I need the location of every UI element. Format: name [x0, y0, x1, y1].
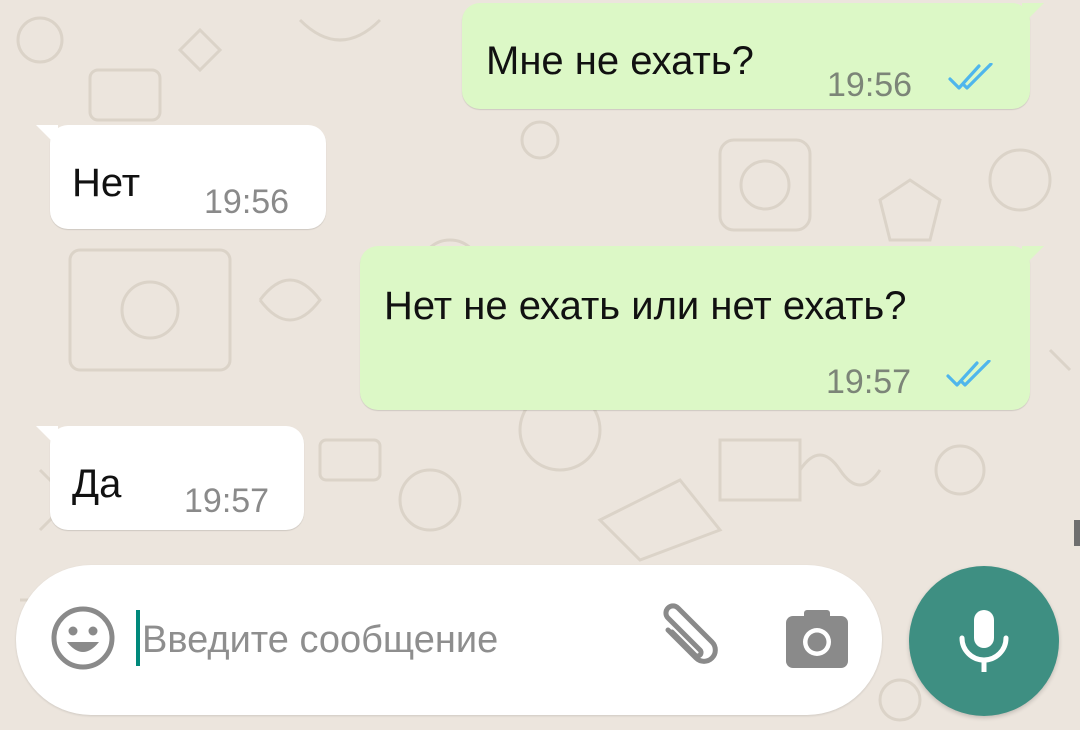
bubble-tail: [1022, 246, 1044, 268]
message-time: 19:56: [204, 183, 290, 221]
bubble-tail: [36, 426, 58, 448]
message-bubble-incoming[interactable]: Нет 19:56: [36, 125, 326, 229]
message-bubble-outgoing[interactable]: Нет не ехать или нет ехать? 19:57: [360, 246, 1044, 410]
message-input[interactable]: [142, 612, 622, 668]
double-check-icon: [946, 360, 991, 387]
message-time: 19:56: [827, 66, 913, 104]
text-caret: [136, 610, 140, 666]
mic-icon: [959, 610, 1009, 672]
message-time: 19:57: [826, 363, 912, 401]
message-text: Мне не ехать?: [486, 39, 754, 83]
bubble-tail: [36, 125, 58, 147]
message-text: Нет не ехать или нет ехать?: [384, 284, 907, 328]
camera-icon[interactable]: [784, 608, 850, 670]
message-text: Нет: [72, 161, 141, 205]
mic-button[interactable]: [909, 566, 1059, 716]
message-bubble-outgoing[interactable]: Мне не ехать? 19:56: [462, 3, 1044, 109]
paperclip-icon[interactable]: [648, 600, 724, 676]
double-check-icon: [948, 63, 993, 90]
message-time: 19:57: [184, 482, 270, 520]
bubble-tail: [1022, 3, 1044, 25]
message-text: Да: [72, 462, 122, 506]
emoji-icon[interactable]: [50, 605, 116, 671]
message-bubble-incoming[interactable]: Да 19:57: [36, 426, 304, 530]
scroll-indicator: [1074, 520, 1080, 546]
